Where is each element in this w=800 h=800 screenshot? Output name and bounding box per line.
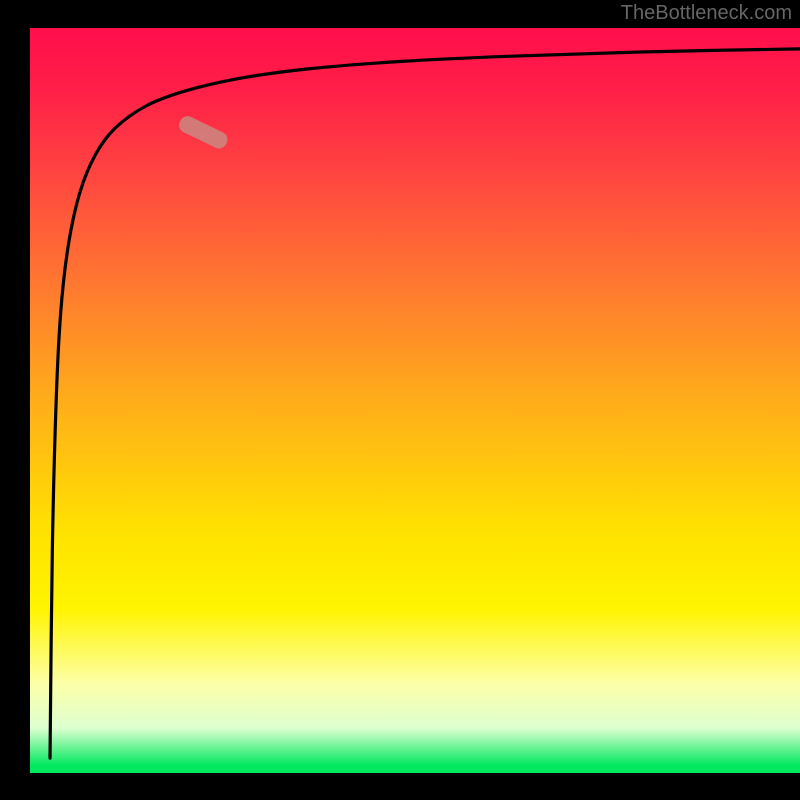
- bottleneck-curve: [50, 49, 800, 758]
- chart-curve-layer: [30, 28, 800, 773]
- highlight-segment: [176, 113, 230, 151]
- chart-plot-area: [30, 28, 800, 773]
- watermark-text: TheBottleneck.com: [621, 2, 792, 25]
